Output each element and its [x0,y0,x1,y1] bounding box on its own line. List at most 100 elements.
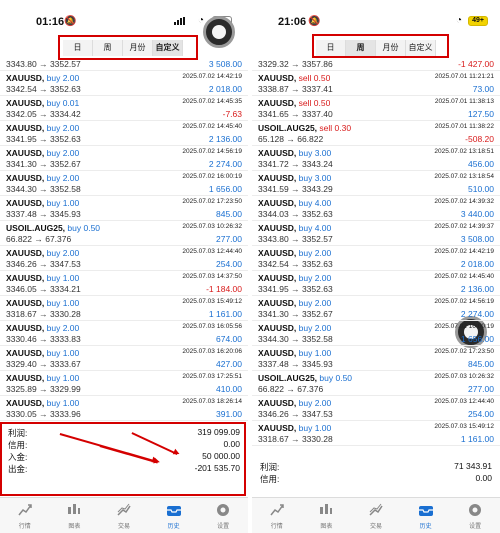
history-row[interactable]: XAUUSD, buy 1.00 2025.07.03 17:25:51 3325.… [0,371,248,396]
symbol-name: XAUUSD, [6,198,45,208]
symbol-name: XAUUSD, [258,73,297,83]
deal-symbol: XAUUSD, buy 3.00 [258,148,331,158]
tab-settings[interactable]: 设置 [198,498,248,533]
tab-label: 设置 [217,524,230,530]
symbol-name: XAUUSD, [6,398,45,408]
deal-symbol: USOIL.AUG25, buy 0.50 [6,223,100,233]
assistive-touch-button[interactable] [203,16,235,48]
symbol-name: XAUUSD, [258,98,297,108]
deal-direction: buy 3.00 [298,173,332,183]
history-row[interactable]: XAUUSD, buy 2.00 2025.07.03 16:05:56 3330.… [0,321,248,346]
deal-profit: 277.00 [216,234,242,244]
deal-profit: 3 508.00 [460,234,494,244]
symbol-name: XAUUSD, [258,173,297,183]
tab-label: 图表 [320,524,333,530]
history-row[interactable]: XAUUSD, buy 1.00 2025.07.03 18:26:14 3330.… [0,396,248,421]
history-row[interactable]: USOIL.AUG25, sell 0.30 2025.07.01 11:38:2… [252,121,500,146]
summary-row: 信用: 0.00 [252,472,500,484]
history-row[interactable]: XAUUSD, buy 4.00 2025.07.02 14:39:32 3344.… [252,196,500,221]
deal-direction: buy 2.00 [298,248,332,258]
deal-datetime: 2025.07.02 14:56:19 [434,298,494,305]
tab-chart[interactable]: 图表 [50,498,100,533]
deal-prices: 3341.30 → 3352.67 [258,309,333,319]
deal-symbol: XAUUSD, buy 2.00 [258,248,331,258]
history-row[interactable]: XAUUSD, buy 1.00 2025.07.03 15:49:12 3318.… [0,296,248,321]
deal-direction: buy 1.00 [46,198,80,208]
deal-datetime: 2025.07.03 10:26:32 [182,223,242,230]
deal-prices: 3344.03 → 3352.63 [258,209,333,219]
deal-profit: 456.00 [468,159,494,169]
deal-datetime: 2025.07.03 15:49:12 [182,298,242,305]
tab-trade[interactable]: 交易 [99,498,149,533]
tab-history[interactable]: 历史 [401,498,451,533]
symbol-name: XAUUSD, [6,248,45,258]
deal-profit: 674.00 [216,334,242,344]
deal-direction: buy 2.00 [298,273,332,283]
deal-prices: 3330.05 → 3333.96 [6,409,81,419]
history-row[interactable]: XAUUSD, buy 2.00 2025.07.02 14:45:40 3341.… [252,271,500,296]
history-row[interactable]: USOIL.AUG25, buy 0.50 2025.07.03 10:26:32… [0,221,248,246]
tab-quotes[interactable]: 行情 [0,498,50,533]
deal-direction: buy 1.00 [46,298,80,308]
deal-datetime: 2025.07.02 14:42:19 [182,73,242,80]
history-row[interactable]: XAUUSD, sell 0.50 2025.07.01 11:38:13 3341… [252,96,500,121]
history-row[interactable]: XAUUSD, buy 2.00 2025.07.03 12:44:40 3346.… [252,396,500,421]
deal-direction: sell 0.30 [319,123,352,133]
deal-direction: buy 2.00 [46,123,80,133]
deal-symbol: XAUUSD, sell 0.50 [258,73,330,83]
bottom-tab-bar: 行情 图表 交易 历史 设置 [0,497,248,533]
history-row[interactable]: XAUUSD, buy 1.00 2025.07.03 15:49:12 3318.… [252,421,500,446]
tab-label: 行情 [18,524,31,530]
symbol-name: XAUUSD, [258,273,297,283]
history-row[interactable]: XAUUSD, buy 2.00 2025.07.02 14:56:19 3341.… [0,146,248,171]
history-row[interactable]: XAUUSD, buy 4.00 2025.07.02 14:39:37 3343.… [252,221,500,246]
history-row[interactable]: XAUUSD, sell 0.50 2025.07.01 11:21:21 3338… [252,71,500,96]
history-row[interactable]: XAUUSD, buy 1.00 2025.07.02 17:23:50 3337.… [252,346,500,371]
deal-prices: 66.822 → 67.376 [6,234,72,244]
tab-history[interactable]: 历史 [149,498,199,533]
deal-profit: -7.63 [222,109,242,119]
deal-symbol: XAUUSD, buy 4.00 [258,198,331,208]
deal-prices: 3330.46 → 3333.83 [6,334,81,344]
deal-direction: sell 0.50 [298,98,331,108]
deal-datetime: 2025.07.01 11:38:13 [434,98,494,105]
history-row[interactable]: USOIL.AUG25, buy 0.50 2025.07.03 10:26:32… [252,371,500,396]
deal-direction: buy 2.00 [298,398,332,408]
tab-chart[interactable]: 图表 [302,498,352,533]
tab-settings[interactable]: 设置 [450,498,500,533]
deal-profit: 277.00 [468,384,494,394]
deal-symbol: XAUUSD, buy 2.00 [258,273,331,283]
deal-profit: 2 136.00 [460,284,494,294]
history-row[interactable]: XAUUSD, buy 2.00 2025.07.02 14:45:40 3341.… [0,121,248,146]
status-time: 01:16 [36,16,65,28]
history-row[interactable]: XAUUSD, buy 0.01 2025.07.02 14:45:35 3342.… [0,96,248,121]
history-row[interactable]: XAUUSD, buy 3.00 2025.07.02 13:18:51 3341.… [252,146,500,171]
history-row[interactable]: XAUUSD, buy 3.00 2025.07.02 13:18:54 3341.… [252,171,500,196]
deal-prices: 3344.30 → 3352.58 [6,184,81,194]
history-row[interactable]: XAUUSD, buy 2.00 2025.07.02 14:56:19 3341.… [252,296,500,321]
deal-direction: buy 2.00 [298,323,332,333]
deal-direction: buy 2.00 [46,148,80,158]
tab-quotes[interactable]: 行情 [252,498,302,533]
history-row[interactable]: XAUUSD, buy 1.00 2025.07.02 17:23:50 3337.… [0,196,248,221]
history-row[interactable]: XAUUSD, buy 1.00 2025.07.03 14:37:50 3346.… [0,271,248,296]
history-row[interactable]: XAUUSD, buy 2.00 2025.07.03 12:44:40 3346.… [0,246,248,271]
deal-symbol: XAUUSD, buy 4.00 [258,223,331,233]
history-row[interactable]: XAUUSD, buy 2.00 2025.07.02 14:42:19 3342.… [252,246,500,271]
history-row[interactable]: 3329.32 → 3357.86 -1 427.00 [252,58,500,71]
deal-symbol: XAUUSD, buy 1.00 [6,398,79,408]
symbol-name: XAUUSD, [6,323,45,333]
history-row[interactable]: XAUUSD, buy 1.00 2025.07.03 16:20:06 3329.… [0,346,248,371]
symbol-name: XAUUSD, [6,123,45,133]
deal-direction: buy 1.00 [298,348,332,358]
history-row[interactable]: XAUUSD, buy 2.00 2025.07.02 16:00:19 3344.… [252,321,500,346]
deal-profit: -1 184.00 [206,284,242,294]
deal-profit: 845.00 [216,209,242,219]
history-row[interactable]: 3343.80 → 3352.57 3 508.00 [0,58,248,71]
tab-trade[interactable]: 交易 [351,498,401,533]
history-row[interactable]: XAUUSD, buy 2.00 2025.07.02 14:42:19 3342.… [0,71,248,96]
deal-direction: buy 2.00 [46,248,80,258]
history-row[interactable]: XAUUSD, buy 2.00 2025.07.02 16:00:19 3344.… [0,171,248,196]
deal-direction: buy 1.00 [298,423,332,433]
deal-symbol: USOIL.AUG25, sell 0.30 [258,123,351,133]
